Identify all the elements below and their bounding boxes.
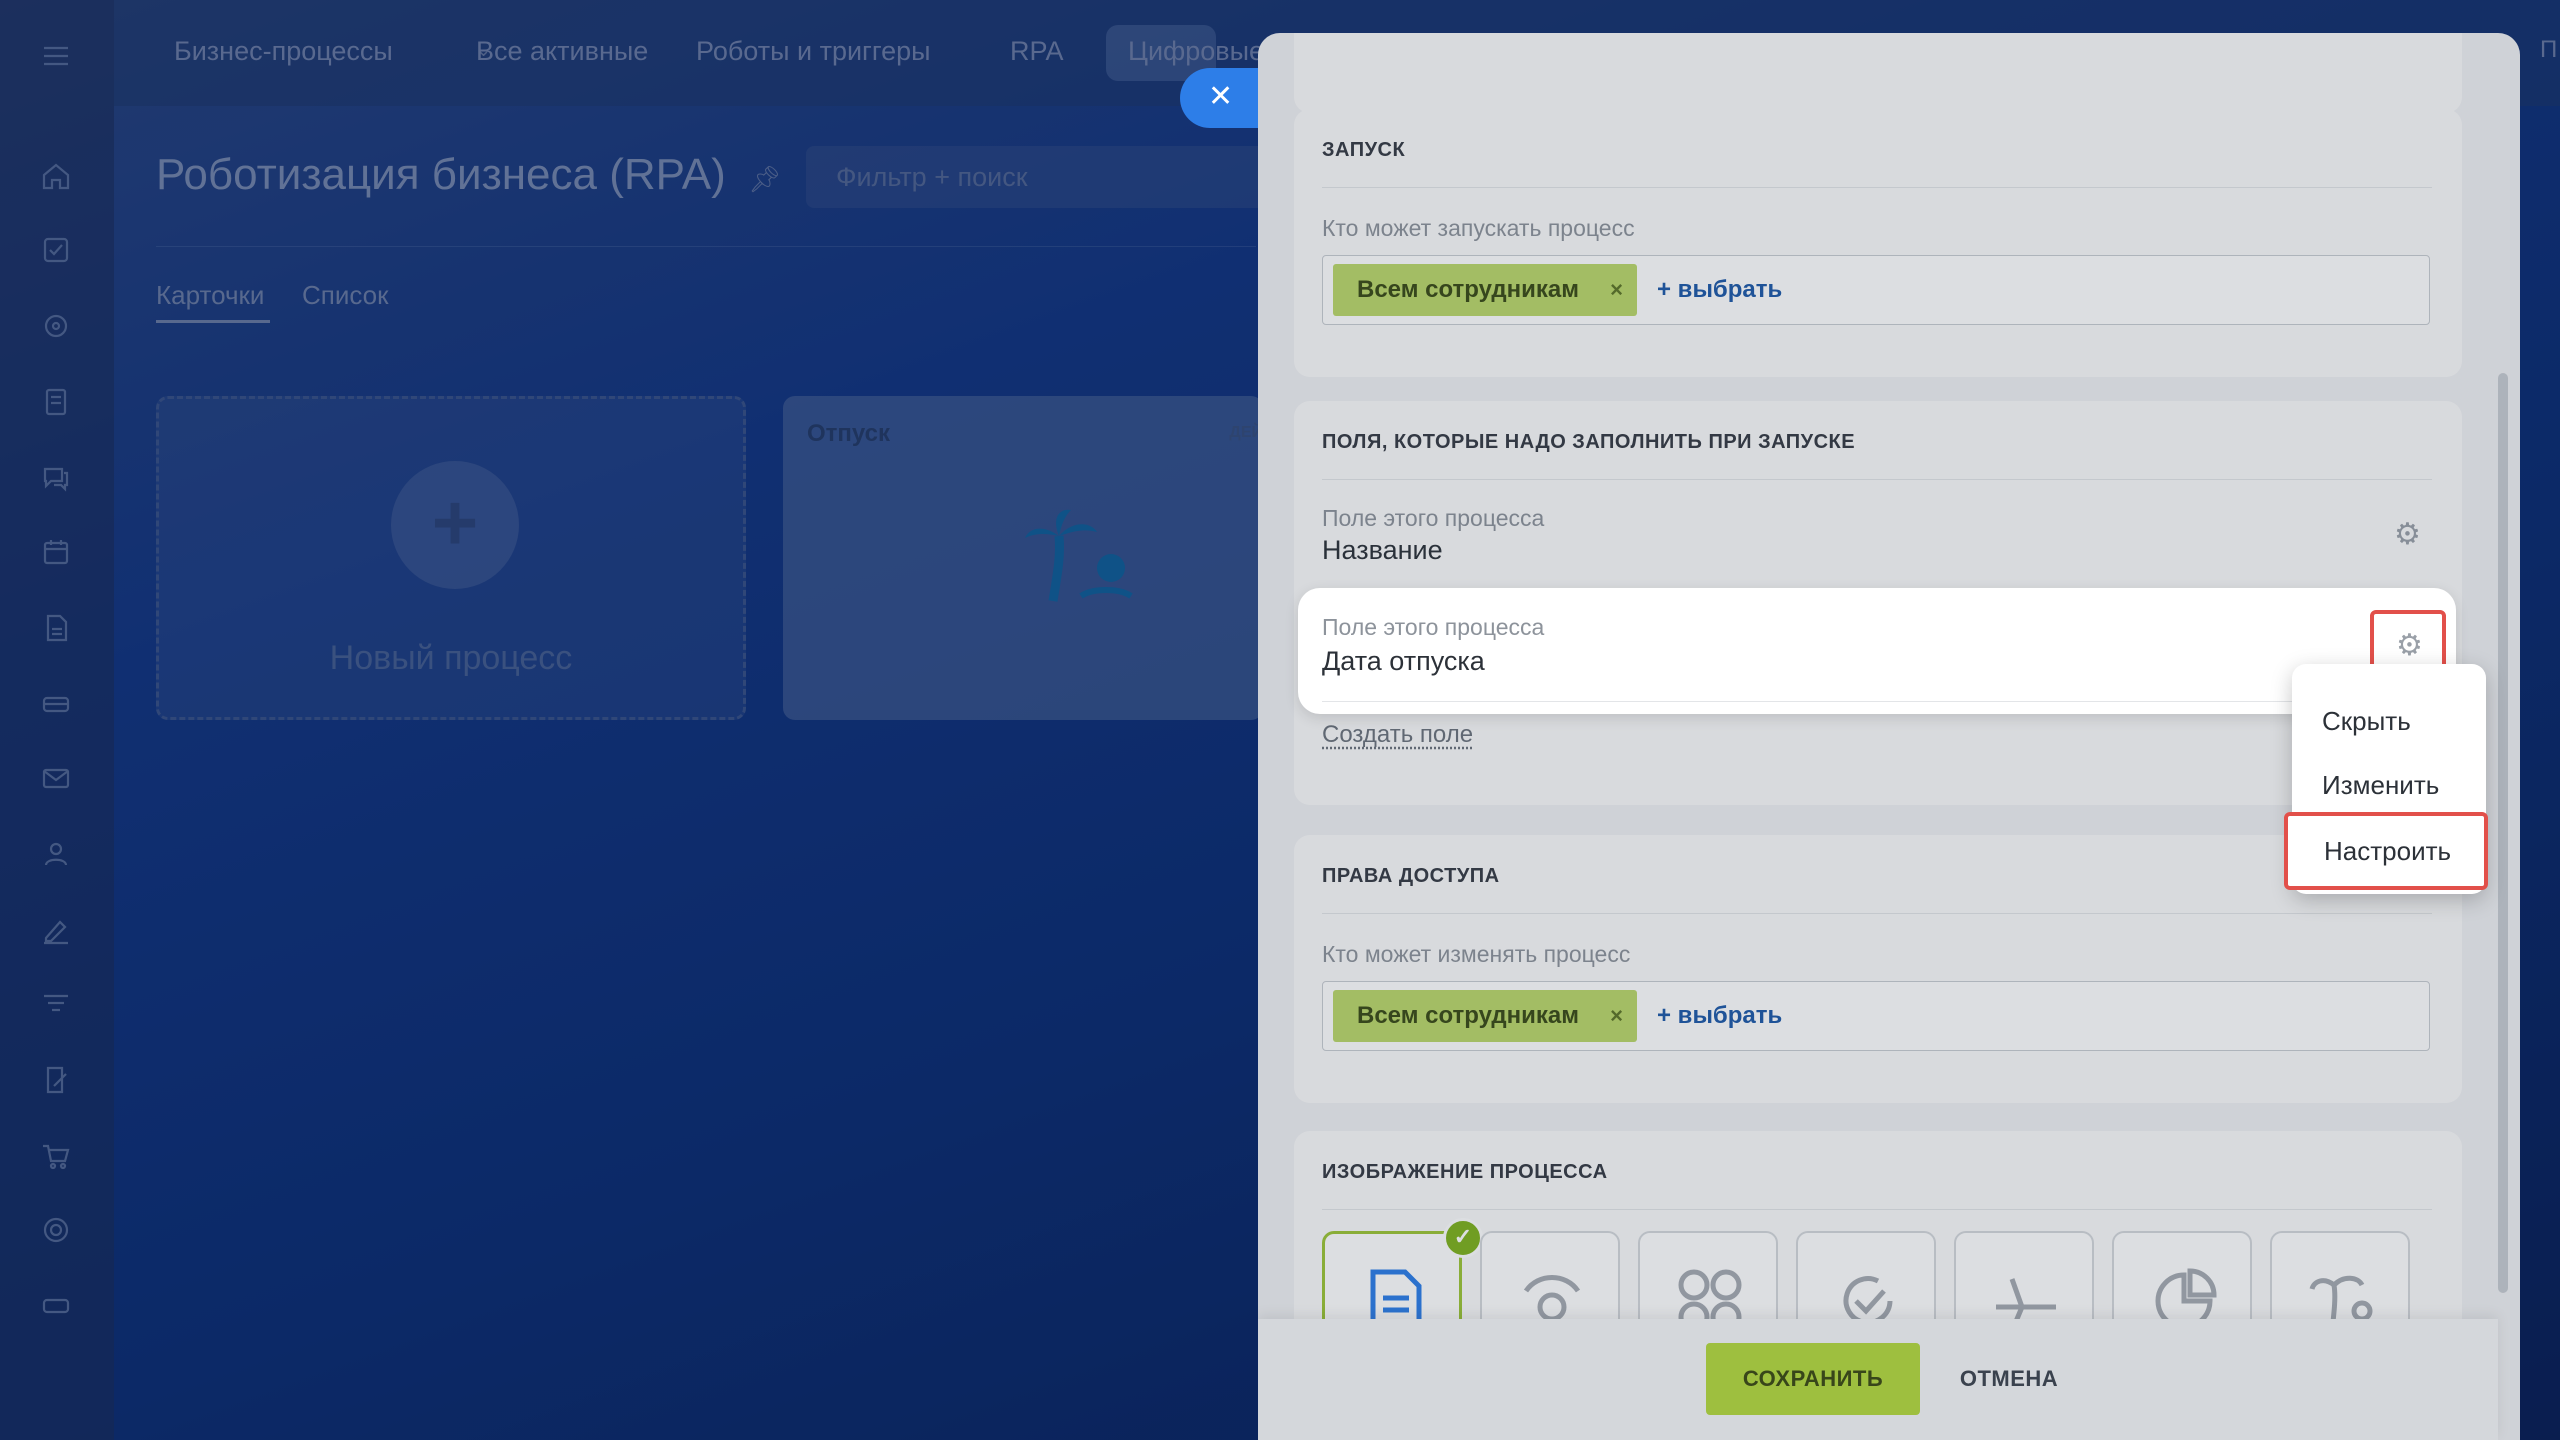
launch-access-selector[interactable]: Всем сотрудникам × + выбрать [1322,255,2430,325]
chip-label: Всем сотрудникам [1357,276,1579,303]
chip-all-employees: Всем сотрудникам × [1333,264,1637,316]
pie-chart-icon [2155,1268,2217,1319]
field-label: Кто может изменять процесс [1322,941,1631,967]
menu-item-label: Настроить [2324,836,2452,866]
field-value: Название [1322,535,1443,565]
field-row-vacation-date: Поле этого процесса Дата отпуска ⚙ [1298,588,2456,714]
divider [1322,913,2432,914]
chip-remove-icon[interactable]: × [1610,264,1623,316]
document-icon [1370,1269,1422,1319]
divider [1322,479,2432,480]
menu-item-hide[interactable]: Скрыть [2322,706,2411,737]
add-link[interactable]: + выбрать [1657,276,1782,304]
gear-icon: ⚙ [2396,629,2423,662]
section-title: ПОЛЯ, КОТОРЫЕ НАДО ЗАПОЛНИТЬ ПРИ ЗАПУСКЕ [1322,431,1856,453]
cancel-button[interactable]: ОТМЕНА [1950,1343,2068,1415]
image-option-plus-minus[interactable] [1638,1231,1778,1319]
image-option-pie-chart[interactable] [2112,1231,2252,1319]
save-button[interactable]: СОХРАНИТЬ [1706,1343,1920,1415]
field-label: Кто может запускать процесс [1322,215,1635,241]
divider [1322,701,2432,702]
menu-item-configure[interactable]: Настроить [2284,812,2488,890]
field-value: Дата отпуска [1322,646,1485,676]
chip-label: Всем сотрудникам [1357,1002,1579,1029]
field-label: Поле этого процесса [1322,614,1545,640]
divider [1322,1209,2432,1210]
palm-icon [2309,1275,2373,1319]
image-option-gear-hand[interactable] [1480,1231,1620,1319]
add-link[interactable]: + выбрать [1657,1002,1782,1030]
image-option-document[interactable]: ✓ [1322,1218,1483,1319]
divider [1322,187,2432,188]
field-label: Поле этого процесса [1322,505,1545,531]
image-option-palm[interactable] [2270,1231,2410,1319]
selected-check-icon: ✓ [1443,1218,1483,1258]
image-option-refresh[interactable] [1796,1231,1936,1319]
create-field-link[interactable]: Создать поле [1322,721,1473,749]
section-title: ПРАВА ДОСТУПА [1322,865,1500,887]
section-title: ЗАПУСК [1322,139,1406,161]
refresh-check-icon [1843,1276,1893,1319]
section-top-partial [1294,33,2462,113]
chip-all-employees: Всем сотрудникам × [1333,990,1637,1042]
edit-access-selector[interactable]: Всем сотрудникам × + выбрать [1322,981,2430,1051]
image-option-airplane[interactable] [1954,1231,2094,1319]
section-process-image: ИЗОБРАЖЕНИЕ ПРОЦЕССА ✓ [1294,1131,2462,1319]
airplane-icon [1996,1278,2056,1319]
chip-remove-icon[interactable]: × [1610,990,1623,1042]
gear-hand-icon [1523,1275,1581,1319]
plus-minus-icon [1678,1269,1742,1319]
section-launch: ЗАПУСК Кто может запускать процесс Всем … [1294,109,2462,377]
panel-scrollbar[interactable] [2498,373,2508,1293]
section-title: ИЗОБРАЖЕНИЕ ПРОЦЕССА [1322,1161,1608,1183]
panel-footer: СОХРАНИТЬ ОТМЕНА [1258,1319,2498,1440]
close-icon: ✕ [1208,80,1234,113]
menu-item-edit[interactable]: Изменить [2322,770,2439,801]
close-panel-button[interactable]: ✕ [1180,68,1264,128]
gear-icon[interactable]: ⚙ [2394,517,2421,552]
